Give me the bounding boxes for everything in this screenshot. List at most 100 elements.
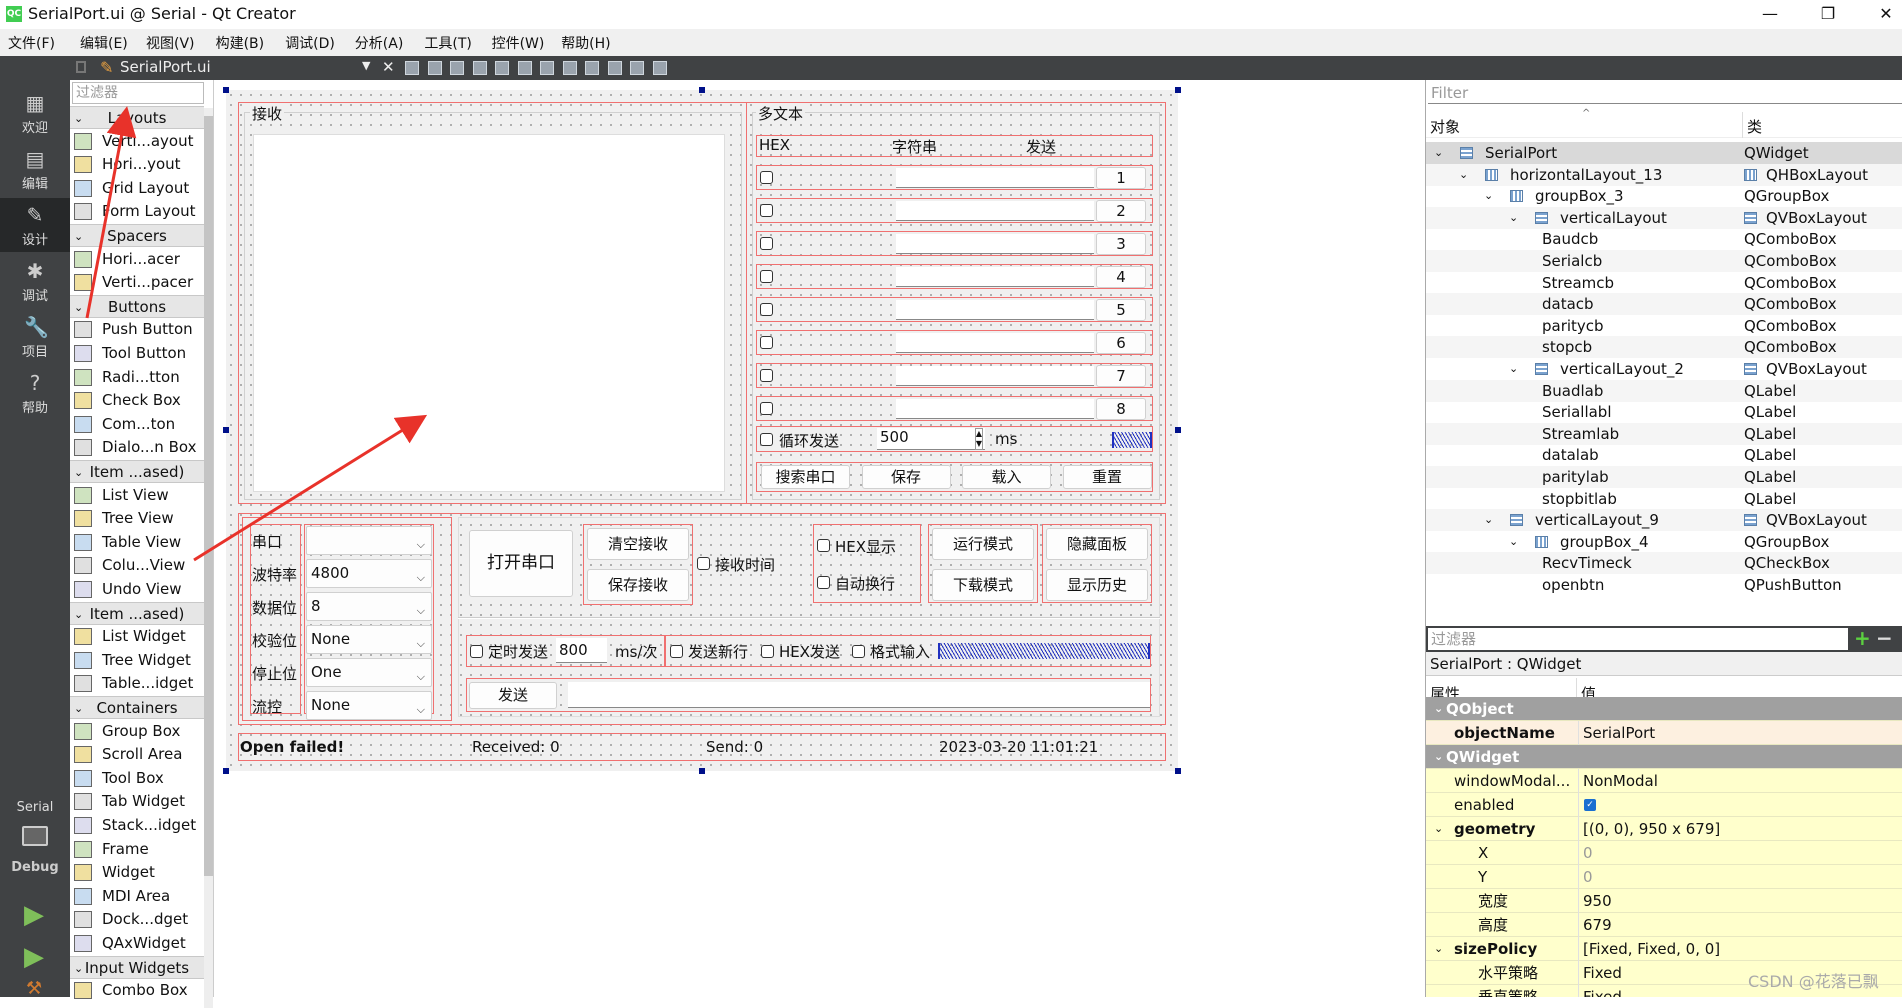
open-port-button[interactable]: 打开串口 (469, 530, 573, 597)
widget-item[interactable]: Push Button (70, 318, 204, 341)
mode-edit[interactable]: ▤ 编辑 (0, 142, 70, 196)
reset-button[interactable]: 重置 (1062, 465, 1152, 489)
layout-tool-icon[interactable] (607, 61, 622, 75)
property-row[interactable]: objectName SerialPort (1426, 721, 1902, 745)
property-row[interactable]: ⌄ QObject (1426, 697, 1902, 721)
object-tree-row[interactable]: Seriallabl QLabel (1426, 401, 1902, 423)
object-tree-row[interactable]: Baudcb QComboBox (1426, 228, 1902, 250)
menu-item[interactable]: 工具(T) (424, 33, 471, 53)
chevron-down-icon[interactable]: ⌵ (417, 696, 425, 723)
multi-row-string-input[interactable] (896, 333, 1094, 353)
minimize-button[interactable]: — (1750, 2, 1790, 26)
chevron-down-icon[interactable]: ⌄ (1459, 164, 1468, 186)
property-value[interactable]: NonModal (1578, 769, 1658, 793)
widget-item[interactable]: Table...idget (70, 672, 204, 695)
property-row[interactable]: ⌄ QWidget (1426, 745, 1902, 769)
multi-row-send-button[interactable]: 2 (1096, 200, 1146, 222)
chevron-down-icon[interactable]: ⌄ (74, 296, 83, 319)
object-tree-row[interactable]: ⌄ verticalLayout QVBoxLayout (1426, 206, 1902, 229)
property-value[interactable]: Fixed (1578, 985, 1622, 997)
recv-text-area[interactable] (253, 134, 725, 492)
widget-category-header[interactable]: ⌄ Spacers (70, 224, 204, 247)
hide-panel-button[interactable]: 隐藏面板 (1046, 528, 1148, 560)
multi-row-hex-checkbox[interactable] (760, 237, 773, 250)
object-tree-row[interactable]: Streamlab QLabel (1426, 422, 1902, 445)
multi-row-string-input[interactable] (896, 300, 1094, 320)
chevron-down-icon[interactable]: ⌄ (74, 697, 83, 720)
widget-item[interactable]: Table View (70, 531, 204, 554)
chevron-down-icon[interactable]: ⌄ (1434, 937, 1443, 961)
load-button[interactable]: 载入 (962, 465, 1051, 489)
widget-item[interactable]: Dock...dget (70, 908, 204, 931)
menu-item[interactable]: 编辑(E) (80, 33, 128, 53)
layout-tool-icon[interactable] (495, 61, 509, 75)
widget-category-header[interactable]: ⌄ Item ...ased) (70, 601, 204, 626)
property-row[interactable]: Y0 (1426, 865, 1902, 889)
widget-category-header[interactable]: ⌄ Layouts (70, 106, 204, 129)
property-value[interactable]: [Fixed, Fixed, 0, 0] (1578, 937, 1720, 961)
widget-item[interactable]: Scroll Area (70, 743, 204, 766)
send-text-input[interactable] (568, 682, 1150, 708)
format-input-checkbox[interactable] (852, 645, 865, 658)
widget-item[interactable]: Grid Layout (70, 177, 204, 200)
send-button[interactable]: 发送 (469, 682, 557, 709)
chevron-down-icon[interactable]: ⌄ (1509, 358, 1518, 380)
mode-welcome[interactable]: ▦ 欢迎 (0, 86, 70, 140)
menu-item[interactable]: 文件(F) (8, 33, 55, 53)
widget-item[interactable]: Verti...pacer (70, 271, 204, 294)
chevron-down-icon[interactable]: ▼ (362, 59, 370, 72)
horizontal-spacer[interactable] (938, 643, 1150, 659)
open-document-selector[interactable]: SerialPort.ui (120, 58, 211, 76)
chevron-down-icon[interactable]: ⌄ (74, 957, 83, 980)
menu-item[interactable]: 帮助(H) (561, 33, 610, 53)
port-combo[interactable]: ⌵ (306, 526, 432, 555)
column-class[interactable]: 类 (1742, 112, 1762, 138)
mode-projects[interactable]: 🔧 项目 (0, 310, 70, 364)
layout-tool-icon[interactable] (450, 61, 464, 75)
chevron-down-icon[interactable]: ⌄ (74, 225, 83, 248)
object-tree-row[interactable]: ⌄ SerialPort QWidget (1426, 142, 1902, 164)
property-value[interactable]: 950 (1578, 889, 1612, 913)
chevron-down-icon[interactable]: ⌄ (1484, 509, 1493, 531)
debug-run-icon[interactable]: ▶ (24, 942, 44, 972)
timed-send-checkbox[interactable] (470, 645, 483, 658)
object-tree-row[interactable]: datalab QLabel (1426, 444, 1902, 466)
widget-item[interactable]: List View (70, 484, 204, 507)
multi-row-hex-checkbox[interactable] (760, 171, 773, 184)
send-newline-checkbox[interactable] (670, 645, 683, 658)
lock-icon[interactable] (76, 61, 86, 73)
multi-row-string-input[interactable] (896, 201, 1094, 221)
layout-tool-icon[interactable] (540, 61, 554, 75)
download-mode-button[interactable]: 下载模式 (932, 569, 1034, 601)
multi-row-hex-checkbox[interactable] (760, 270, 773, 283)
close-document-button[interactable]: ✕ (382, 58, 395, 76)
chevron-down-icon[interactable]: ⌵ (417, 597, 425, 624)
widget-item[interactable]: QAxWidget (70, 932, 204, 955)
multi-row-send-button[interactable]: 6 (1096, 332, 1146, 354)
multi-row-hex-checkbox[interactable] (760, 303, 773, 316)
column-object[interactable]: 对象 (1430, 116, 1460, 137)
multi-row-send-button[interactable]: 5 (1096, 299, 1146, 321)
object-tree-row[interactable]: ⌄ groupBox_3 QGroupBox (1426, 185, 1902, 207)
enabled-checkbox[interactable]: ✓ (1584, 799, 1596, 811)
menu-item[interactable]: 视图(V) (146, 33, 195, 53)
layout-tool-icon[interactable] (562, 61, 577, 75)
object-filter-input[interactable]: Filter (1428, 82, 1902, 104)
property-filter-input[interactable]: 过滤器 (1428, 628, 1848, 650)
widget-item[interactable]: List Widget (70, 625, 204, 648)
menu-item[interactable]: 控件(W) (492, 33, 545, 53)
close-button[interactable]: ✕ (1866, 2, 1902, 26)
auto-wrap-checkbox[interactable] (817, 576, 830, 589)
recv-time-checkbox[interactable] (697, 557, 710, 570)
widget-item[interactable]: Combo Box (70, 979, 204, 1002)
chevron-down-icon[interactable]: ⌄ (1434, 817, 1443, 841)
chevron-down-icon[interactable]: ⌄ (74, 603, 83, 626)
object-tree-row[interactable]: ⌄ verticalLayout_2 QVBoxLayout (1426, 358, 1902, 380)
build-hammer-icon[interactable]: ⚒ (26, 978, 42, 999)
layout-tool-icon[interactable] (405, 61, 419, 75)
property-row[interactable]: ⌄ geometry [(0, 0), 950 x 679] (1426, 817, 1902, 841)
save-button[interactable]: 保存 (861, 465, 951, 489)
object-tree-row[interactable]: Buadlab QLabel (1426, 379, 1902, 402)
chevron-down-icon[interactable]: ⌄ (1509, 531, 1518, 553)
widget-category-header[interactable]: ⌄ Input Widgets (70, 955, 204, 980)
